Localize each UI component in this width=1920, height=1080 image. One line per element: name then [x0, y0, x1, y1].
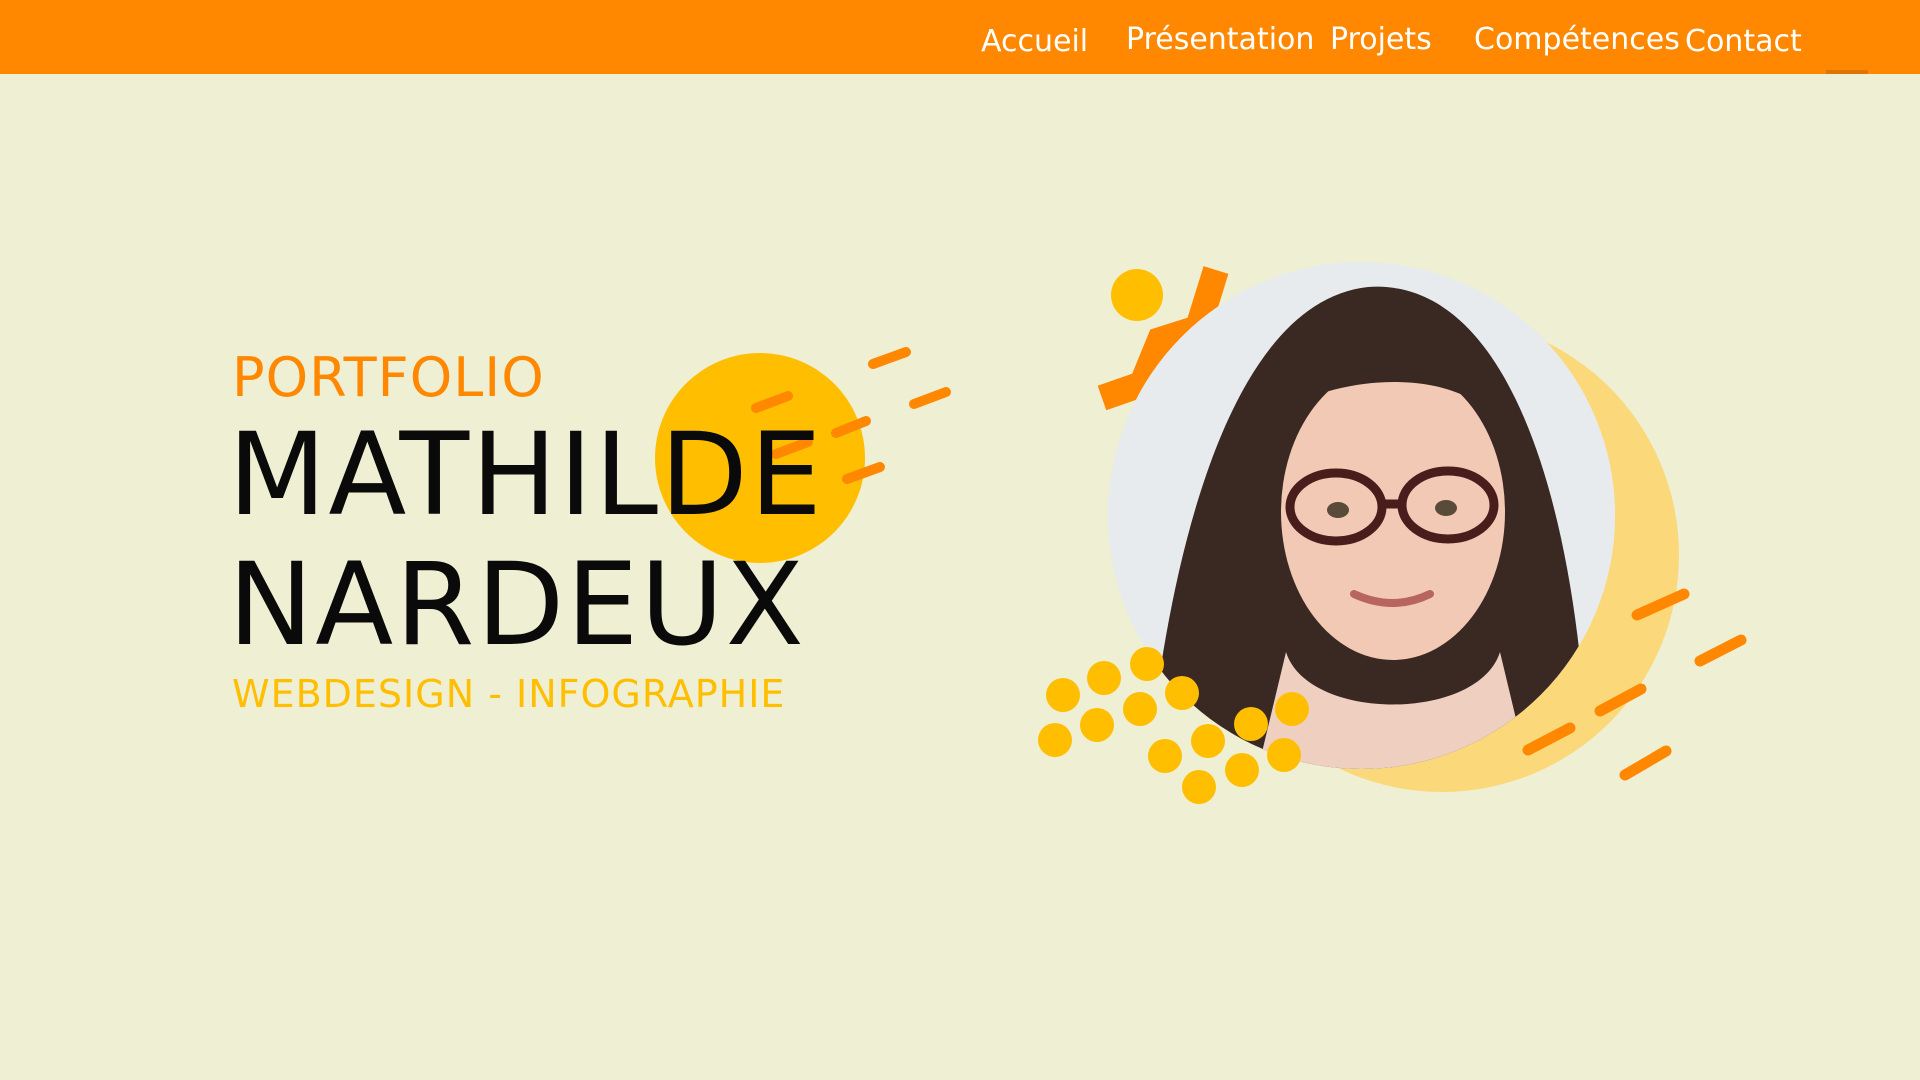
yellow-dot-shape	[1111, 269, 1163, 321]
tagline: WEBDESIGN - INFOGRAPHIE	[232, 672, 786, 716]
portfolio-kicker: PORTFOLIO	[232, 346, 545, 409]
last-name-heading: NARDEUX	[228, 538, 806, 671]
profile-photo	[1108, 262, 1615, 769]
first-name-heading: MATHILDE	[228, 408, 824, 541]
portrait-image	[1108, 262, 1615, 769]
